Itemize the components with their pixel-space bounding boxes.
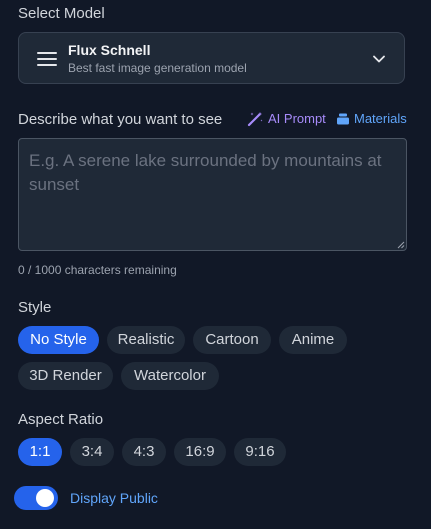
- model-select-dropdown[interactable]: Flux Schnell Best fast image generation …: [18, 32, 405, 84]
- toggle-knob: [36, 489, 54, 507]
- style-label: Style: [18, 299, 52, 316]
- style-option-anime[interactable]: Anime: [279, 326, 347, 354]
- aspect-option-16-9[interactable]: 16:9: [174, 438, 226, 466]
- selected-model-description: Best fast image generation model: [68, 61, 247, 75]
- magic-wand-icon: [247, 112, 263, 127]
- aspect-ratio-label: Aspect Ratio: [18, 411, 104, 428]
- display-public-toggle[interactable]: [14, 486, 58, 510]
- style-option-watercolor[interactable]: Watercolor: [121, 362, 219, 390]
- materials-button[interactable]: Materials: [336, 111, 407, 127]
- style-option-no-style[interactable]: No Style: [18, 326, 99, 354]
- materials-label: Materials: [354, 111, 407, 126]
- stack-icon: [337, 113, 349, 125]
- aspect-option-3-4[interactable]: 3:4: [70, 438, 114, 466]
- character-count: 0 / 1000 characters remaining: [18, 263, 177, 277]
- menu-icon: [37, 52, 57, 66]
- aspect-option-9-16[interactable]: 9:16: [234, 438, 286, 466]
- prompt-textarea[interactable]: [18, 138, 407, 251]
- chevron-down-icon: [373, 55, 385, 63]
- aspect-option-4-3[interactable]: 4:3: [122, 438, 166, 466]
- style-option-3d-render[interactable]: 3D Render: [18, 362, 113, 390]
- display-public-label[interactable]: Display Public: [70, 490, 158, 506]
- resize-handle-icon[interactable]: [397, 241, 405, 249]
- prompt-label: Describe what you want to see: [18, 111, 223, 128]
- ai-prompt-label: AI Prompt: [268, 111, 326, 126]
- select-model-label: Select Model: [18, 5, 105, 22]
- style-option-realistic[interactable]: Realistic: [107, 326, 185, 354]
- aspect-option-1-1[interactable]: 1:1: [18, 438, 62, 466]
- generator-panel: Select Model Flux Schnell Best fast imag…: [0, 0, 431, 529]
- style-option-cartoon[interactable]: Cartoon: [193, 326, 271, 354]
- ai-prompt-button[interactable]: AI Prompt: [247, 111, 326, 127]
- selected-model-name: Flux Schnell: [68, 42, 151, 58]
